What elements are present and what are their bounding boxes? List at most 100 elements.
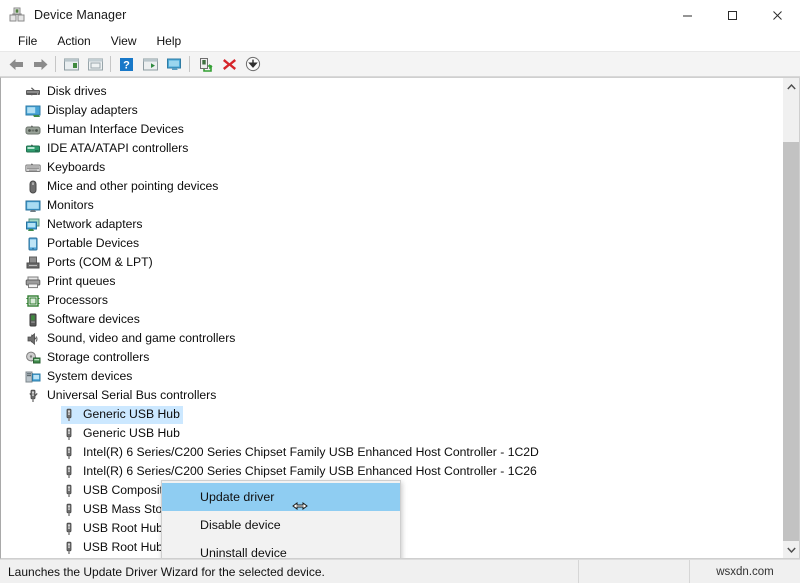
tree-item-hit[interactable]: Disk drives (25, 83, 110, 101)
tree-item-hit[interactable]: Generic USB Hub (61, 425, 183, 443)
tree-item[interactable]: Intel(R) 6 Series/C200 Series Chipset Fa… (1, 462, 782, 481)
tree-item[interactable]: Storage controllers (1, 348, 782, 367)
tree-item[interactable]: Software devices (1, 310, 782, 329)
status-text: Launches the Update Driver Wizard for th… (0, 565, 578, 579)
tree-item[interactable]: IDE ATA/ATAPI controllers (1, 139, 782, 158)
software-device-icon (25, 312, 41, 328)
tree-item[interactable]: Ports (COM & LPT) (1, 253, 782, 272)
mouse-icon (25, 179, 41, 195)
tree-item-label: Monitors (47, 198, 94, 213)
menu-bar: File Action View Help (0, 30, 800, 52)
context-menu-item[interactable]: Uninstall device (162, 539, 400, 559)
status-divider (578, 560, 579, 583)
tree-item-label: Print queues (47, 274, 115, 289)
window-controls (665, 0, 800, 30)
tree-item-hit[interactable]: Sound, video and game controllers (25, 330, 238, 348)
chevron-up-icon[interactable] (783, 78, 800, 95)
maximize-button[interactable] (710, 0, 755, 30)
tree-item[interactable]: Disk drives (1, 82, 782, 101)
update-driver-icon[interactable] (138, 53, 162, 75)
tree-item[interactable]: Monitors (1, 196, 782, 215)
context-menu-item-label: Uninstall device (200, 546, 287, 559)
context-menu-item-label: Disable device (200, 518, 281, 532)
system-device-icon (25, 369, 41, 385)
tree-item[interactable]: Generic USB Hub (1, 424, 782, 443)
monitor-scan-icon[interactable] (162, 53, 186, 75)
properties-icon[interactable] (59, 53, 83, 75)
show-hidden-devices-icon[interactable] (83, 53, 107, 75)
tree-item[interactable]: Universal Serial Bus controllers (1, 386, 782, 405)
tree-item-label: Mice and other pointing devices (47, 179, 218, 194)
tree-item[interactable]: Generic USB Hub (1, 405, 782, 424)
tree-item[interactable]: Intel(R) 6 Series/C200 Series Chipset Fa… (1, 443, 782, 462)
menu-view[interactable]: View (101, 32, 147, 50)
tree-item-hit[interactable]: Print queues (25, 273, 118, 291)
svg-text:?: ? (123, 59, 130, 71)
tree-item[interactable]: Sound, video and game controllers (1, 329, 782, 348)
tree-item-label: Generic USB Hub (83, 407, 180, 422)
context-menu[interactable]: Update driver Disable device Uninstall dev… (161, 480, 401, 559)
tree-item[interactable]: System devices (1, 367, 782, 386)
tree-item[interactable]: Processors (1, 291, 782, 310)
tree-item[interactable]: Display adapters (1, 101, 782, 120)
usb-icon (61, 521, 77, 537)
tree-item[interactable]: Keyboards (1, 158, 782, 177)
forward-arrow-icon[interactable] (28, 53, 52, 75)
context-menu-item[interactable]: Disable device (162, 511, 400, 539)
printer-icon (25, 274, 41, 290)
tree-item-hit[interactable]: System devices (25, 368, 135, 386)
tree-item-hit[interactable]: Universal Serial Bus controllers (25, 387, 219, 405)
keyboard-icon (25, 160, 41, 176)
tree-item[interactable]: Network adapters (1, 215, 782, 234)
tree-item-hit[interactable]: Generic USB Hub (61, 406, 183, 424)
tree-item-hit[interactable]: Software devices (25, 311, 143, 329)
tree-item-hit[interactable]: USB Root Hub (61, 520, 166, 538)
tree-item-hit[interactable]: Mice and other pointing devices (25, 178, 221, 196)
tree-item-hit[interactable]: Storage controllers (25, 349, 152, 367)
minimize-button[interactable] (665, 0, 710, 30)
usb-icon (61, 407, 77, 423)
display-adapter-icon (25, 103, 41, 119)
enable-device-icon[interactable] (193, 53, 217, 75)
tree-item[interactable]: Portable Devices (1, 234, 782, 253)
tree-item[interactable]: Mice and other pointing devices (1, 177, 782, 196)
tree-item-hit[interactable]: Intel(R) 6 Series/C200 Series Chipset Fa… (61, 463, 540, 481)
menu-action[interactable]: Action (47, 32, 100, 50)
vertical-scrollbar[interactable] (782, 78, 799, 558)
menu-file[interactable]: File (8, 32, 47, 50)
red-x-icon[interactable] (217, 53, 241, 75)
back-arrow-icon[interactable] (4, 53, 28, 75)
tree-item-hit[interactable]: Human Interface Devices (25, 121, 187, 139)
tree-item-hit[interactable]: Monitors (25, 197, 97, 215)
context-menu-item[interactable]: Update driver (162, 483, 400, 511)
tree-item[interactable]: Print queues (1, 272, 782, 291)
tree-item-hit[interactable]: Keyboards (25, 159, 108, 177)
tree-item-label: Human Interface Devices (47, 122, 184, 137)
sound-icon (25, 331, 41, 347)
port-icon (25, 255, 41, 271)
title-bar: Device Manager (0, 0, 800, 30)
down-arrow-circle-icon[interactable] (241, 53, 265, 75)
tree-item-hit[interactable]: IDE ATA/ATAPI controllers (25, 140, 191, 158)
tree-item-hit[interactable]: Intel(R) 6 Series/C200 Series Chipset Fa… (61, 444, 542, 462)
context-menu-item-label: Update driver (200, 490, 274, 504)
close-button[interactable] (755, 0, 800, 30)
chevron-down-icon[interactable] (783, 541, 800, 558)
toolbar: ? (0, 52, 800, 77)
tree-item-label: System devices (47, 369, 132, 384)
tree-item-hit[interactable]: Network adapters (25, 216, 146, 234)
tree-item-hit[interactable]: Display adapters (25, 102, 141, 120)
help-question-icon[interactable]: ? (114, 53, 138, 75)
tree-item-hit[interactable]: Processors (25, 292, 111, 310)
scrollbar-thumb[interactable] (783, 142, 800, 542)
window-title: Device Manager (34, 8, 126, 22)
tree-item-label: USB Root Hub (83, 540, 163, 555)
tree-item-hit[interactable]: Portable Devices (25, 235, 142, 253)
tree-item-label: Portable Devices (47, 236, 139, 251)
tree-item-hit[interactable]: Ports (COM & LPT) (25, 254, 156, 272)
tree-item-hit[interactable]: USB Root Hub (61, 539, 166, 557)
toolbar-separator-2 (110, 56, 111, 72)
menu-help[interactable]: Help (147, 32, 192, 50)
device-tree-pane: Disk drivesDisplay adapters Human Interfa… (0, 77, 800, 559)
tree-item[interactable]: Human Interface Devices (1, 120, 782, 139)
